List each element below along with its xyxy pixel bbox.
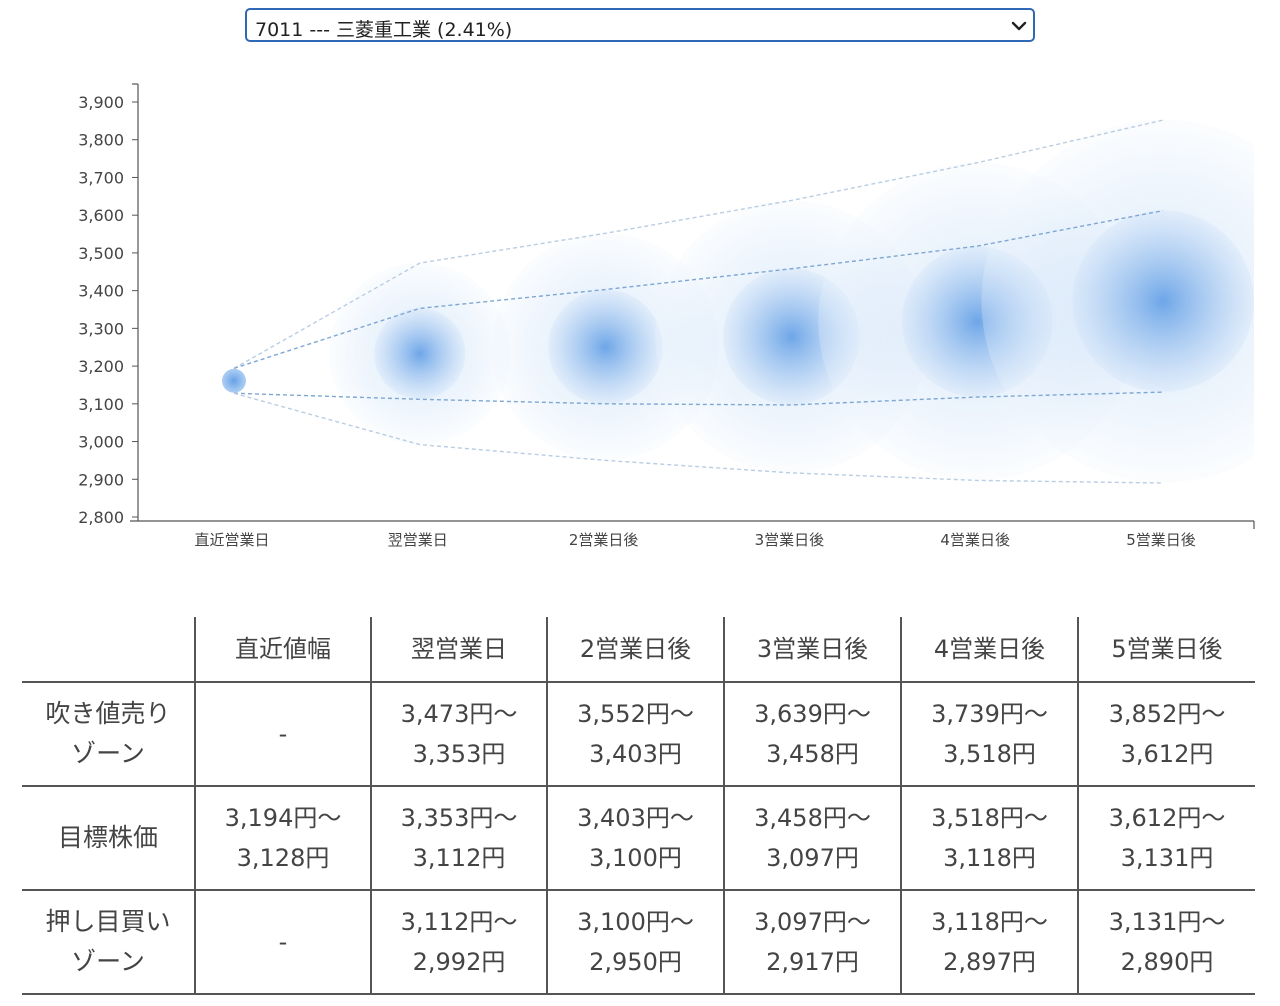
cell-line1: 3,194円〜 <box>224 804 342 832</box>
cell-line2: 3,097円 <box>766 844 859 872</box>
cell-line1: 3,639円〜 <box>754 700 871 728</box>
cell-line2: 3,118円 <box>943 844 1036 872</box>
bubble-inner <box>374 308 466 400</box>
cell-line1: 3,131円〜 <box>1108 908 1226 936</box>
cell-line1: 3,353円〜 <box>400 804 518 832</box>
row-label-buy-zone: 押し目買い ゾーン <box>22 889 195 995</box>
x-tick-label: 5営業日後 <box>1126 531 1196 549</box>
cell-line1: 3,100円〜 <box>577 908 694 936</box>
table-cell: - <box>194 889 371 995</box>
cell-line1: 3,739円〜 <box>931 700 1048 728</box>
cell-line2: 3,403円 <box>589 740 682 768</box>
cell-line2: 3,128円 <box>236 844 330 872</box>
table-cell: 3,639円〜 3,458円 <box>723 681 901 786</box>
cell-line1: 3,552円〜 <box>577 700 694 728</box>
cell-line1: 3,403円〜 <box>577 804 694 832</box>
table-cell: 3,353円〜 3,112円 <box>370 785 547 890</box>
table-row-target-price: 目標株価 3,194円〜 3,128円 3,353円〜 3,112円 3,403円〜… <box>22 785 1255 890</box>
cell-line1: 3,118円〜 <box>931 908 1048 936</box>
cell-line2: 3,458円 <box>766 740 859 768</box>
table-cell: - <box>194 681 371 786</box>
y-tick-label: 2,800 <box>78 508 124 527</box>
cell-line2: 2,950円 <box>589 948 682 976</box>
x-tick-label: 直近営業日 <box>194 531 269 549</box>
cell-line2: 3,131円 <box>1120 844 1214 872</box>
y-tick-label: 3,500 <box>78 244 124 263</box>
x-tick-label: 2営業日後 <box>569 531 639 549</box>
y-tick-label: 3,400 <box>78 282 124 301</box>
bubble-inner <box>548 289 663 405</box>
cell-line2: 2,917円 <box>766 948 859 976</box>
x-tick-label: 3営業日後 <box>755 531 825 549</box>
cell-line1: 3,612円〜 <box>1108 804 1226 832</box>
y-tick-label: 2,900 <box>78 470 124 489</box>
forecast-chart: 2,800 2,900 3,000 3,100 3,200 3,300 3,400 3,500… <box>78 83 1255 549</box>
table-cell: 3,852円〜 3,612円 <box>1077 681 1255 786</box>
table-cell: 3,112円〜 2,992円 <box>370 889 547 995</box>
y-tick-label: 3,800 <box>78 131 124 150</box>
cell-line1: 3,112円〜 <box>400 908 518 936</box>
table-cell: 3,473円〜 3,353円 <box>370 681 547 786</box>
cell-line2: 3,353円 <box>412 740 506 768</box>
cell-line1: 3,852円〜 <box>1108 700 1226 728</box>
cell-line2: 2,890円 <box>1120 948 1214 976</box>
cell-line1: 3,518円〜 <box>931 804 1048 832</box>
row-label-line2: ゾーン <box>71 739 145 768</box>
row-label-line1: 目標株価 <box>57 823 158 852</box>
table-cell: 3,518円〜 3,118円 <box>900 785 1078 890</box>
y-tick-label: 3,100 <box>78 395 124 414</box>
table-cell: 3,194円〜 3,128円 <box>194 785 371 890</box>
table-cell: 3,118円〜 2,897円 <box>900 889 1078 995</box>
cell-line2: 2,897円 <box>943 948 1036 976</box>
y-tick-label: 3,000 <box>78 433 124 452</box>
bubble-current <box>222 368 246 393</box>
table-cell: 3,097円〜 2,917円 <box>723 889 901 995</box>
table-header-row: 直近値幅 翌営業日 2営業日後 3営業日後 4営業日後 5営業日後 <box>22 617 1255 682</box>
header-empty <box>22 617 195 682</box>
header-day-4: 4営業日後 <box>900 617 1078 682</box>
cell-line1: - <box>278 720 288 748</box>
y-tick-label: 3,200 <box>78 357 124 376</box>
cell-line2: 3,112円 <box>412 844 506 872</box>
header-day-3: 3営業日後 <box>723 617 901 682</box>
row-label-line2: ゾーン <box>71 947 145 976</box>
row-label-target-price: 目標株価 <box>22 785 195 890</box>
header-recent-range: 直近値幅 <box>194 617 371 682</box>
cell-line2: 2,992円 <box>412 948 506 976</box>
table-cell: 3,100円〜 2,950円 <box>546 889 724 995</box>
cell-line2: 3,518円 <box>943 740 1036 768</box>
x-tick-label: 翌営業日 <box>388 531 448 549</box>
row-label-line1: 吹き値売り <box>45 699 171 728</box>
y-tick-label: 3,900 <box>78 93 124 112</box>
row-label-sell-zone: 吹き値売り ゾーン <box>22 681 195 786</box>
cell-line1: - <box>278 928 288 956</box>
cell-line1: 3,458円〜 <box>754 804 871 832</box>
y-tick-label: 3,600 <box>78 206 124 225</box>
cell-line2: 3,100円 <box>589 844 682 872</box>
table-row-buy-zone: 押し目買い ゾーン - 3,112円〜 2,992円 3,100円〜 2,950円 … <box>22 889 1255 995</box>
stock-select-value: 7011 --- 三菱重工業 (2.41%) <box>255 19 513 41</box>
table-cell: 3,739円〜 3,518円 <box>900 681 1078 786</box>
header-day-2: 2営業日後 <box>546 617 724 682</box>
table-cell: 3,131円〜 2,890円 <box>1077 889 1255 995</box>
row-label-line1: 押し目買い <box>45 907 171 936</box>
chevron-down-icon <box>1011 21 1027 31</box>
x-tick-label: 4営業日後 <box>940 531 1010 549</box>
cell-line1: 3,473円〜 <box>400 700 518 728</box>
y-tick-label: 3,300 <box>78 319 124 338</box>
cell-line2: 3,612円 <box>1120 740 1214 768</box>
bubble-inner <box>1072 210 1254 392</box>
stock-select[interactable]: 7011 --- 三菱重工業 (2.41%) <box>245 8 1035 42</box>
table-cell: 3,552円〜 3,403円 <box>546 681 724 786</box>
table-cell: 3,403円〜 3,100円 <box>546 785 724 890</box>
cell-line1: 3,097円〜 <box>754 908 871 936</box>
header-day-5: 5営業日後 <box>1077 617 1255 682</box>
y-tick-label: 3,700 <box>78 168 124 187</box>
header-day-1: 翌営業日 <box>370 617 547 682</box>
price-zone-table: 直近値幅 翌営業日 2営業日後 3営業日後 4営業日後 5営業日後 吹き値売り … <box>22 617 1255 995</box>
table-cell: 3,458円〜 3,097円 <box>723 785 901 890</box>
table-row-sell-zone: 吹き値売り ゾーン - 3,473円〜 3,353円 3,552円〜 3,403円 … <box>22 681 1255 786</box>
table-cell: 3,612円〜 3,131円 <box>1077 785 1255 890</box>
